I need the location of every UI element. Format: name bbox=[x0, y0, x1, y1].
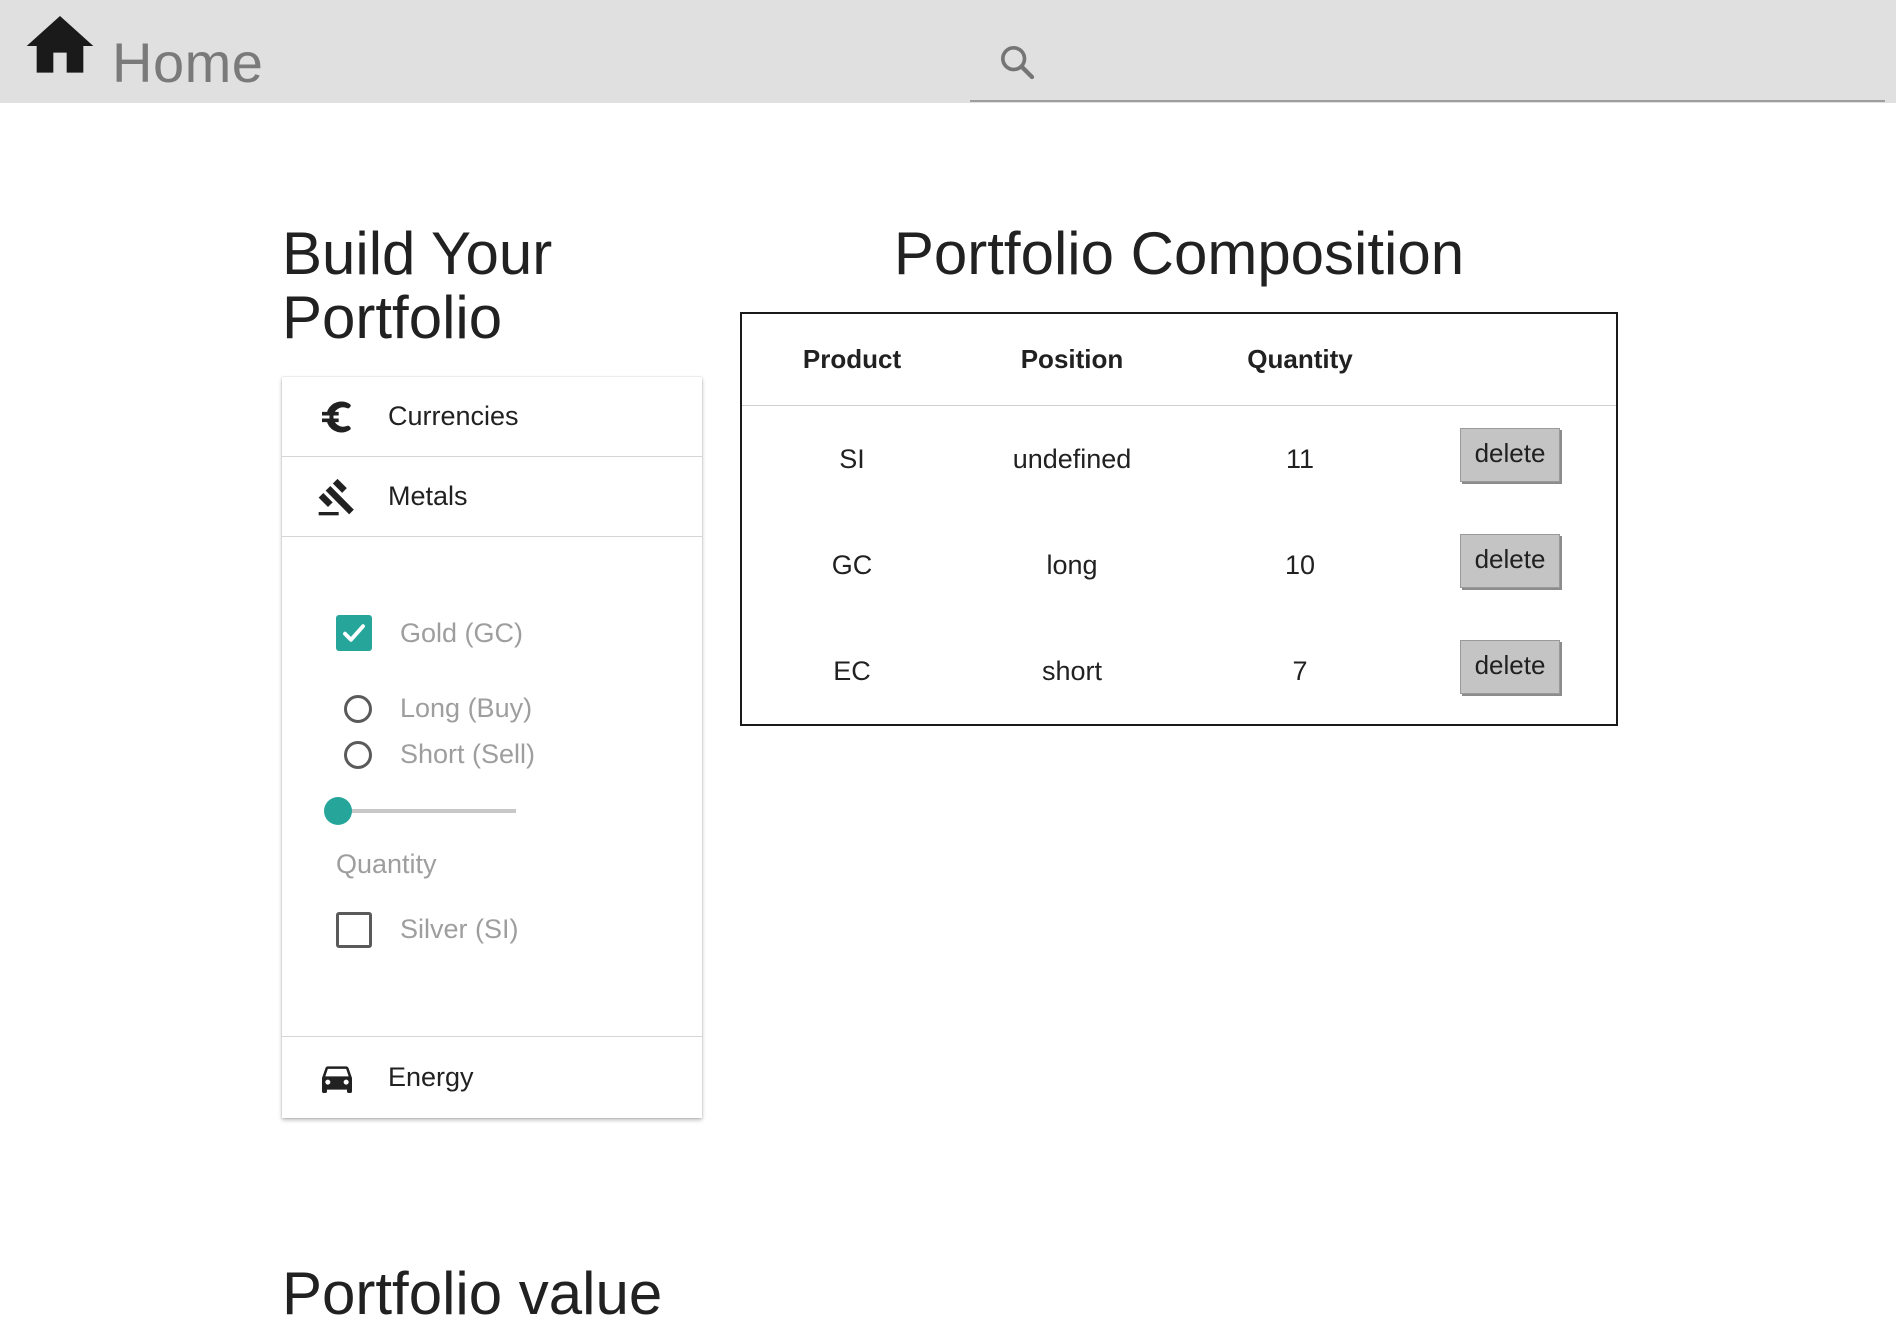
column-header-product: Product bbox=[802, 344, 902, 374]
composition-heading: Portfolio Composition bbox=[893, 220, 1465, 287]
slider-thumb[interactable] bbox=[324, 797, 352, 825]
silver-checkbox[interactable] bbox=[336, 912, 372, 948]
table-row: GC long 10 delete bbox=[742, 512, 1616, 618]
position-cell: undefined bbox=[1012, 444, 1132, 474]
composition-table: Product Position Quantity SI undefined 1… bbox=[740, 312, 1618, 726]
quantity-cell: 7 bbox=[1292, 656, 1308, 686]
silver-label: Silver (SI) bbox=[400, 914, 519, 944]
long-label: Long (Buy) bbox=[400, 693, 533, 723]
search-input[interactable] bbox=[1054, 34, 1874, 92]
position-cell: short bbox=[1041, 656, 1103, 686]
long-radio[interactable] bbox=[344, 695, 372, 723]
search-icon bbox=[1001, 46, 1035, 80]
quantity-slider[interactable] bbox=[324, 797, 516, 825]
page-title: Home bbox=[112, 31, 264, 94]
top-bar: Home bbox=[0, 0, 1896, 103]
quantity-cell: 11 bbox=[1285, 444, 1315, 474]
section-label: Energy bbox=[388, 1062, 474, 1092]
section-metals[interactable]: Metals bbox=[282, 457, 702, 537]
short-label: Short (Sell) bbox=[400, 739, 536, 769]
section-currencies[interactable]: Currencies bbox=[282, 377, 702, 457]
search-bar[interactable] bbox=[970, 30, 1885, 102]
product-cell: SI bbox=[839, 444, 865, 474]
table-header: Product Position Quantity bbox=[742, 314, 1616, 406]
position-cell: long bbox=[1046, 550, 1098, 580]
delete-button[interactable]: delete bbox=[1460, 534, 1560, 588]
delete-button[interactable]: delete bbox=[1460, 428, 1560, 482]
delete-button[interactable]: delete bbox=[1460, 640, 1560, 694]
section-label: Currencies bbox=[388, 401, 519, 431]
metals-panel-body bbox=[282, 537, 702, 1037]
portfolio-builder-panel: Currencies Metals Gold (GC) Long (Buy) S… bbox=[282, 377, 702, 1118]
table-row: EC short 7 delete bbox=[742, 618, 1616, 724]
short-radio[interactable] bbox=[344, 741, 372, 769]
product-cell: GC bbox=[831, 550, 873, 580]
gold-label: Gold (GC) bbox=[400, 618, 524, 648]
column-header-position: Position bbox=[1020, 344, 1124, 374]
quantity-label: Quantity bbox=[336, 849, 437, 879]
column-header-quantity: Quantity bbox=[1247, 344, 1353, 374]
euro-icon bbox=[322, 401, 351, 433]
section-label: Metals bbox=[388, 481, 468, 511]
car-icon bbox=[322, 1066, 352, 1093]
table-row: SI undefined 11 delete bbox=[742, 406, 1616, 512]
portfolio-value-heading: Portfolio value bbox=[282, 1260, 663, 1327]
product-cell: EC bbox=[833, 656, 871, 686]
gold-checkbox[interactable] bbox=[336, 615, 372, 651]
builder-heading: Build Your Portfolio bbox=[282, 220, 553, 351]
home-icon[interactable] bbox=[20, 6, 100, 76]
section-energy[interactable]: Energy bbox=[282, 1038, 702, 1118]
check-icon bbox=[343, 624, 365, 642]
quantity-cell: 10 bbox=[1284, 550, 1316, 580]
gavel-icon bbox=[318, 478, 354, 516]
